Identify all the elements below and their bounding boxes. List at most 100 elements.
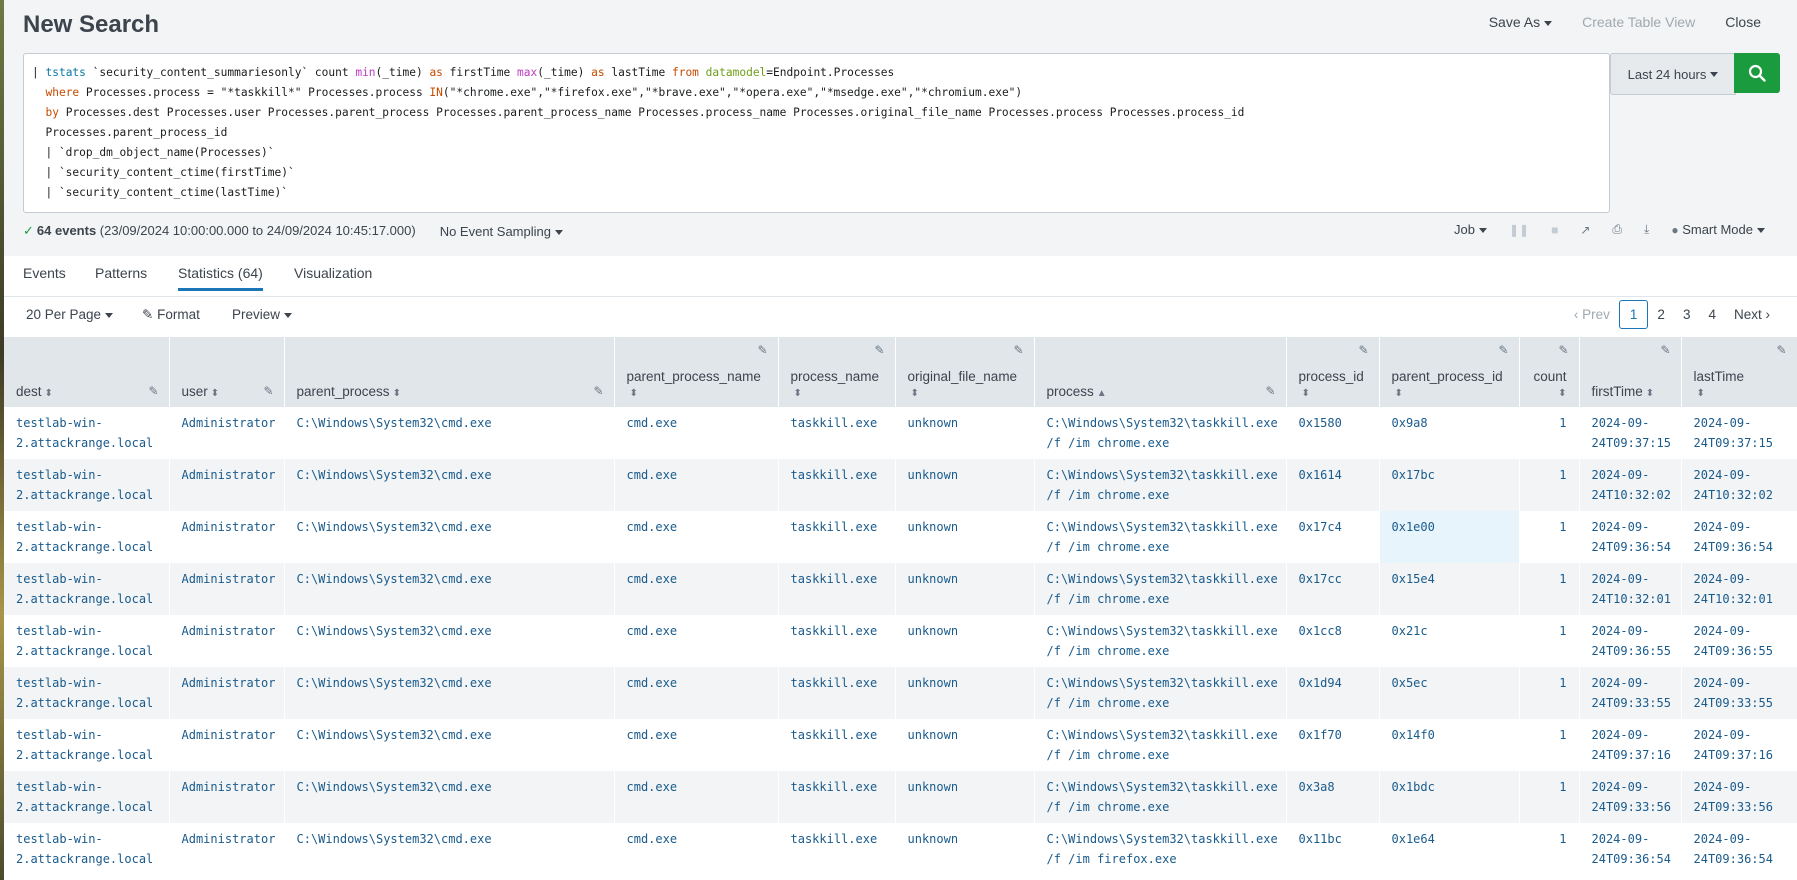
cell-dest[interactable]: testlab-win- 2.attackrange.local — [4, 407, 169, 459]
save-as-menu[interactable]: Save As — [1489, 14, 1553, 30]
cell-parent-process[interactable]: C:\Windows\System32\cmd.exe — [284, 511, 614, 563]
cell-parent-process[interactable]: C:\Windows\System32\cmd.exe — [284, 771, 614, 823]
print-icon[interactable]: ⎙ — [1612, 222, 1622, 237]
cell-parent-process-name[interactable]: cmd.exe — [614, 823, 778, 875]
column-header-first-time[interactable]: firstTime ⬍ ✎ — [1579, 337, 1682, 407]
search-mode-menu[interactable]: ● Smart Mode — [1671, 222, 1765, 237]
cell-user[interactable]: Administrator — [169, 459, 284, 511]
pencil-icon[interactable]: ✎ — [148, 384, 158, 398]
cell-process-name[interactable]: taskkill.exe — [778, 823, 895, 875]
sort-icon[interactable]: ⬍ — [1646, 388, 1654, 399]
cell-dest[interactable]: testlab-win- 2.attackrange.local — [4, 459, 169, 511]
time-range-picker[interactable]: Last 24 hours — [1610, 53, 1736, 95]
cell-parent-process[interactable]: C:\Windows\System32\cmd.exe — [284, 407, 614, 459]
cell-parent-process-id[interactable]: 0x14f0 — [1379, 719, 1519, 771]
event-sampling-dropdown[interactable]: No Event Sampling — [440, 224, 563, 239]
format-button[interactable]: ✎ Format — [142, 307, 200, 323]
cell-process-name[interactable]: taskkill.exe — [778, 511, 895, 563]
cell-dest[interactable]: testlab-win- 2.attackrange.local — [4, 719, 169, 771]
cell-process[interactable]: C:\Windows\System32\taskkill.exe/f /im c… — [1034, 563, 1286, 615]
column-header-user[interactable]: user ⬍ ✎ — [169, 337, 285, 407]
sort-icon[interactable]: ⬍ — [45, 388, 53, 399]
cell-dest[interactable]: testlab-win- 2.attackrange.local — [4, 615, 169, 667]
cell-parent-process-name[interactable]: cmd.exe — [614, 667, 778, 719]
sort-icon[interactable]: ⬍ — [393, 388, 401, 399]
cell-process-id[interactable]: 0x1580 — [1286, 407, 1379, 459]
cell-count[interactable]: 1 — [1519, 563, 1579, 615]
create-table-view-button[interactable]: Create Table View — [1582, 14, 1695, 30]
page-3-button[interactable]: 3 — [1674, 301, 1700, 328]
cell-process-id[interactable]: 0x1d94 — [1286, 667, 1379, 719]
column-header-parent-process-id[interactable]: parent_process_id ⬍ ✎ — [1379, 337, 1520, 407]
stop-icon[interactable]: ■ — [1551, 223, 1558, 237]
search-query-text[interactable]: | tstats `security_content_summariesonly… — [24, 54, 1609, 212]
cell-process[interactable]: C:\Windows\System32\taskkill.exe/f /im c… — [1034, 511, 1286, 563]
cell-process[interactable]: C:\Windows\System32\taskkill.exe/f /im c… — [1034, 771, 1286, 823]
cell-first-time[interactable]: 2024-09- 24T09:36:54 — [1579, 823, 1681, 875]
cell-original-file-name[interactable]: unknown — [895, 771, 1034, 823]
cell-parent-process[interactable]: C:\Windows\System32\cmd.exe — [284, 615, 614, 667]
cell-process-id[interactable]: 0x3a8 — [1286, 771, 1379, 823]
cell-count[interactable]: 1 — [1519, 771, 1579, 823]
close-button[interactable]: Close — [1725, 14, 1761, 30]
cell-parent-process-name[interactable]: cmd.exe — [614, 615, 778, 667]
cell-process[interactable]: C:\Windows\System32\taskkill.exe/f /im c… — [1034, 407, 1286, 459]
cell-parent-process-id[interactable]: 0x15e4 — [1379, 563, 1519, 615]
share-icon[interactable]: ↗ — [1580, 223, 1590, 237]
cell-process-name[interactable]: taskkill.exe — [778, 563, 895, 615]
cell-process-id[interactable]: 0x1cc8 — [1286, 615, 1379, 667]
cell-dest[interactable]: testlab-win- 2.attackrange.local — [4, 823, 169, 875]
cell-process[interactable]: C:\Windows\System32\taskkill.exe/f /im c… — [1034, 719, 1286, 771]
pencil-icon[interactable]: ✎ — [1498, 343, 1508, 357]
column-header-process[interactable]: process ▲ ✎ — [1034, 337, 1287, 407]
cell-parent-process[interactable]: C:\Windows\System32\cmd.exe — [284, 719, 614, 771]
pencil-icon[interactable]: ✎ — [874, 343, 884, 357]
cell-last-time[interactable]: 2024-09- 24T09:36:54 — [1681, 511, 1797, 563]
job-menu[interactable]: Job — [1454, 222, 1487, 237]
cell-process-id[interactable]: 0x17c4 — [1286, 511, 1379, 563]
cell-first-time[interactable]: 2024-09- 24T09:37:15 — [1579, 407, 1681, 459]
sort-icon[interactable]: ⬍ — [1558, 388, 1566, 399]
cell-parent-process-name[interactable]: cmd.exe — [614, 511, 778, 563]
cell-first-time[interactable]: 2024-09- 24T10:32:01 — [1579, 563, 1681, 615]
cell-dest[interactable]: testlab-win- 2.attackrange.local — [4, 771, 169, 823]
cell-parent-process[interactable]: C:\Windows\System32\cmd.exe — [284, 823, 614, 875]
cell-last-time[interactable]: 2024-09- 24T09:37:15 — [1681, 407, 1797, 459]
sort-icon[interactable]: ⬍ — [911, 388, 919, 399]
column-header-parent-process-name[interactable]: parent_process_name ⬍ ✎ — [614, 337, 779, 407]
cell-process-name[interactable]: taskkill.exe — [778, 719, 895, 771]
cell-process[interactable]: C:\Windows\System32\taskkill.exe/f /im c… — [1034, 667, 1286, 719]
cell-process[interactable]: C:\Windows\System32\taskkill.exe/f /im f… — [1034, 823, 1286, 875]
cell-parent-process-name[interactable]: cmd.exe — [614, 719, 778, 771]
cell-first-time[interactable]: 2024-09- 24T09:33:55 — [1579, 667, 1681, 719]
pencil-icon[interactable]: ✎ — [593, 384, 603, 398]
cell-parent-process-id[interactable]: 0x17bc — [1379, 459, 1519, 511]
cell-original-file-name[interactable]: unknown — [895, 459, 1034, 511]
cell-original-file-name[interactable]: unknown — [895, 615, 1034, 667]
cell-parent-process-id[interactable]: 0x1e64 — [1379, 823, 1519, 875]
cell-process-id[interactable]: 0x11bc — [1286, 823, 1379, 875]
column-header-parent-process[interactable]: parent_process ⬍ ✎ — [284, 337, 615, 407]
cell-user[interactable]: Administrator — [169, 667, 284, 719]
cell-first-time[interactable]: 2024-09- 24T09:37:16 — [1579, 719, 1681, 771]
pencil-icon[interactable]: ✎ — [1358, 343, 1368, 357]
cell-user[interactable]: Administrator — [169, 511, 284, 563]
cell-dest[interactable]: testlab-win- 2.attackrange.local — [4, 667, 169, 719]
cell-parent-process-id[interactable]: 0x1e00 — [1379, 511, 1519, 563]
page-4-button[interactable]: 4 — [1699, 301, 1725, 328]
cell-process-name[interactable]: taskkill.exe — [778, 615, 895, 667]
pencil-icon[interactable]: ✎ — [263, 384, 273, 398]
search-button[interactable] — [1734, 53, 1780, 93]
search-query-editor[interactable]: | tstats `security_content_summariesonly… — [23, 53, 1610, 213]
tab-visualization[interactable]: Visualization — [294, 265, 372, 281]
sort-icon[interactable]: ⬍ — [794, 388, 802, 399]
cell-first-time[interactable]: 2024-09- 24T10:32:02 — [1579, 459, 1681, 511]
cell-user[interactable]: Administrator — [169, 823, 284, 875]
cell-process-id[interactable]: 0x1f70 — [1286, 719, 1379, 771]
cell-process-id[interactable]: 0x17cc — [1286, 563, 1379, 615]
column-header-original-file-name[interactable]: original_file_name ⬍ ✎ — [895, 337, 1035, 407]
export-icon[interactable]: ⤓ — [1644, 222, 1649, 237]
sort-icon[interactable]: ⬍ — [211, 388, 219, 399]
cell-last-time[interactable]: 2024-09- 24T09:36:55 — [1681, 615, 1797, 667]
cell-dest[interactable]: testlab-win- 2.attackrange.local — [4, 563, 169, 615]
